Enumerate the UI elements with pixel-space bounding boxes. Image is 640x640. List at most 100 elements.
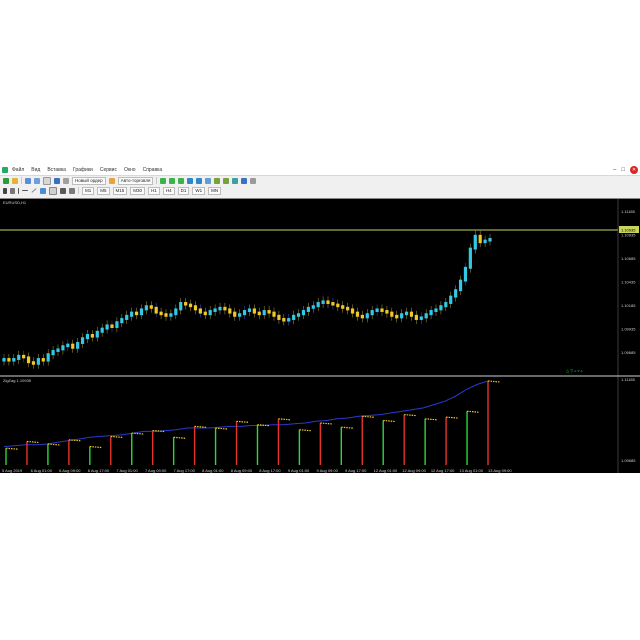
candle xyxy=(76,342,80,349)
candle xyxy=(247,308,252,312)
bar-chart-icon[interactable] xyxy=(160,177,167,184)
period-h4[interactable]: H4 xyxy=(162,186,175,195)
menu-item-file[interactable]: Файл xyxy=(12,165,24,175)
auto-trading-button[interactable]: Авто-торговля xyxy=(117,176,154,185)
price-scale-label: 1.10185 xyxy=(621,303,636,308)
label-icon[interactable] xyxy=(69,187,75,194)
scroll-chart-icon[interactable] xyxy=(214,177,221,184)
menu-item-insert[interactable]: Вставка xyxy=(47,165,66,175)
period-d1[interactable]: D1 xyxy=(177,186,190,195)
toolbar-separator xyxy=(156,177,158,184)
period-m15[interactable]: M15 xyxy=(112,186,128,195)
toolbar-separator xyxy=(21,177,22,184)
metaeditor-icon[interactable] xyxy=(108,177,115,184)
candle xyxy=(326,300,330,304)
time-scale-label: 7 Aug 01:00 xyxy=(116,468,138,473)
templates-icon[interactable] xyxy=(250,177,257,184)
crosshair-icon[interactable] xyxy=(10,187,15,194)
candle xyxy=(262,310,266,316)
new-chart-icon[interactable] xyxy=(3,177,9,184)
menu-item-charts[interactable]: Графики xyxy=(73,165,93,175)
candle xyxy=(346,306,350,311)
zoom-out-icon[interactable] xyxy=(196,177,203,184)
profiles-icon[interactable] xyxy=(12,177,18,184)
channel-icon[interactable] xyxy=(40,187,46,194)
periods-icon[interactable] xyxy=(241,177,248,184)
candle xyxy=(331,302,335,306)
line-chart-icon[interactable] xyxy=(178,177,185,184)
candle xyxy=(458,279,463,292)
period-m30[interactable]: M30 xyxy=(130,186,146,195)
navigator-icon[interactable] xyxy=(43,176,51,185)
period-h1[interactable]: H1 xyxy=(148,186,160,195)
minimize-icon[interactable]: – xyxy=(613,166,616,174)
candle xyxy=(66,343,70,348)
indicator-bar-cap xyxy=(110,435,123,439)
candle xyxy=(134,311,139,316)
candle xyxy=(257,311,261,316)
candle xyxy=(424,313,428,319)
chart-window[interactable]: 1.10935 1.11185 1.10935 1.10685 1.10435 1.10… xyxy=(0,198,640,473)
indicators-icon[interactable] xyxy=(232,177,239,184)
period-m1[interactable]: M1 xyxy=(82,186,95,195)
zoom-in-icon[interactable] xyxy=(187,177,194,184)
candle xyxy=(198,308,202,314)
candle xyxy=(159,311,163,316)
candle xyxy=(350,308,355,314)
period-m5[interactable]: M5 xyxy=(97,186,110,195)
indicator-bar-cap xyxy=(341,426,354,429)
trendline-icon[interactable] xyxy=(31,188,37,193)
fibonacci-icon[interactable] xyxy=(49,186,57,195)
tester-icon[interactable] xyxy=(63,177,69,184)
indicator-bar-cap xyxy=(362,415,375,418)
candle xyxy=(12,358,16,362)
candle xyxy=(409,311,414,317)
candle xyxy=(26,356,31,364)
candle xyxy=(46,353,50,362)
indicator-bar-cap xyxy=(89,445,102,449)
menu-item-view[interactable]: Вид xyxy=(31,165,40,175)
candle xyxy=(184,302,188,306)
new-order-button[interactable]: Новый ордер xyxy=(72,176,106,185)
price-candles xyxy=(2,230,492,369)
horizontal-line-icon[interactable] xyxy=(22,190,28,191)
data-window-icon[interactable] xyxy=(34,177,40,184)
price-scale-label: 1.10935 xyxy=(621,233,636,238)
candle xyxy=(449,295,453,304)
time-scale-label: 12 Aug 09:00 xyxy=(402,468,426,473)
vertical-line-icon[interactable] xyxy=(18,187,19,194)
candlestick-icon[interactable] xyxy=(169,177,176,184)
candle xyxy=(360,314,364,319)
menu-item-window[interactable]: Окно xyxy=(124,165,136,175)
candle xyxy=(483,239,487,244)
time-scale-label: 6 Aug 09:00 xyxy=(59,468,81,473)
candle xyxy=(56,348,60,352)
tile-windows-icon[interactable] xyxy=(205,177,212,184)
indicator-bar-cap xyxy=(487,380,501,383)
menu-list: Файл Вид Вставка Графики Сервис Окно Спр… xyxy=(0,165,169,175)
candle xyxy=(468,247,472,269)
chart-shift-icon[interactable] xyxy=(223,177,230,184)
candle xyxy=(233,311,237,317)
terminal-window: Файл Вид Вставка Графики Сервис Окно Спр… xyxy=(0,165,640,473)
menu-item-tools[interactable]: Сервис xyxy=(100,165,117,175)
period-w1[interactable]: W1 xyxy=(192,186,206,195)
candle xyxy=(174,308,178,316)
candle xyxy=(188,303,193,308)
menu-bar: Файл Вид Вставка Графики Сервис Окно Спр… xyxy=(0,165,640,176)
price-scale-label: 1.11185 xyxy=(621,209,636,214)
time-scale-label: 7 Aug 09:00 xyxy=(145,468,167,473)
time-scale-label: 6 Aug 01:00 xyxy=(31,468,53,473)
terminal-icon[interactable] xyxy=(54,177,60,184)
candle xyxy=(100,327,104,333)
chart-canvas[interactable]: 1.10935 1.111851.109351.106851.104351.10… xyxy=(0,199,640,473)
market-watch-icon[interactable] xyxy=(25,177,31,184)
menu-item-help[interactable]: Справка xyxy=(143,165,163,175)
cursor-icon[interactable] xyxy=(3,187,7,194)
indicator-bar-cap xyxy=(299,429,312,432)
restore-icon[interactable]: □ xyxy=(621,166,625,174)
close-icon[interactable]: ✕ xyxy=(630,166,638,174)
candle xyxy=(139,308,144,316)
text-icon[interactable] xyxy=(60,187,66,194)
period-mn[interactable]: MN xyxy=(208,186,222,195)
